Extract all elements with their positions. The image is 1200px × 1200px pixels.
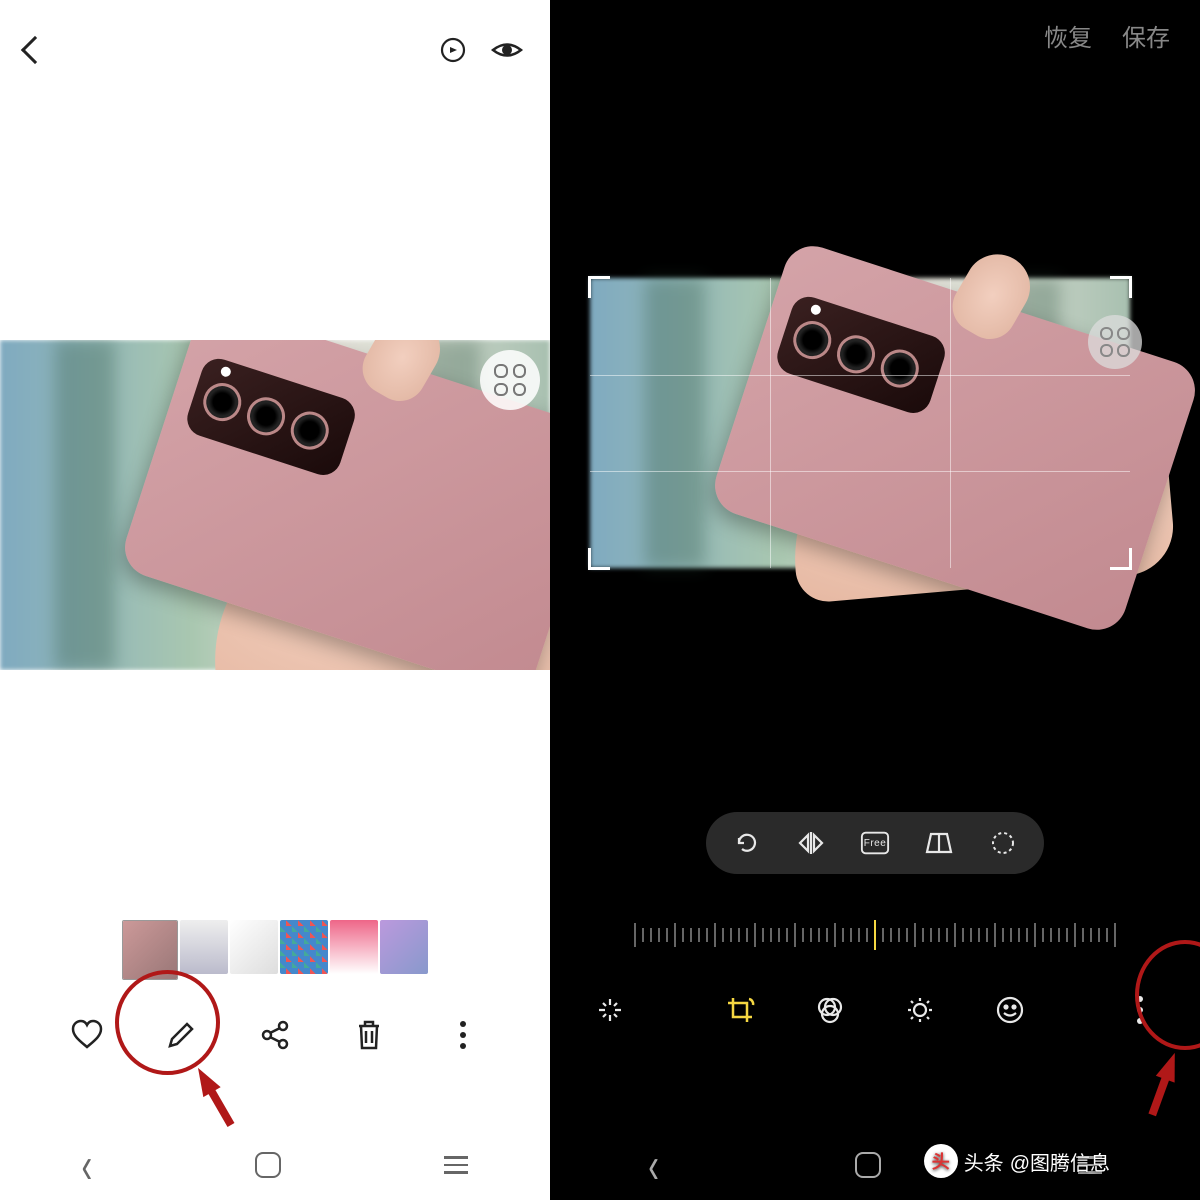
nav-recent-icon[interactable] — [444, 1156, 468, 1174]
favorite-button[interactable] — [67, 1015, 107, 1055]
more-button[interactable] — [443, 1015, 483, 1055]
gallery-top-bar — [0, 0, 550, 100]
brightness-icon[interactable] — [900, 990, 940, 1030]
nav-home-icon[interactable] — [255, 1152, 281, 1178]
share-button[interactable] — [255, 1015, 295, 1055]
save-button[interactable]: 保存 — [1122, 18, 1170, 53]
eye-icon[interactable] — [489, 32, 525, 68]
aspect-ratio-button[interactable]: Free — [860, 828, 890, 858]
crop-handle[interactable] — [588, 276, 610, 298]
nav-back-icon[interactable]: ‹ — [82, 1135, 93, 1194]
rotate-ccw-icon[interactable] — [732, 828, 762, 858]
crop-grid-line — [590, 471, 1130, 472]
thumbnail[interactable] — [180, 920, 228, 974]
back-button[interactable] — [21, 36, 49, 64]
lasso-icon[interactable] — [988, 828, 1018, 858]
thumbnail[interactable] — [230, 920, 278, 974]
watermark-logo: 头 — [924, 1144, 958, 1178]
editor-mode-bar — [550, 975, 1200, 1045]
transform-toolbar: Free — [706, 812, 1044, 874]
perspective-icon[interactable] — [924, 828, 954, 858]
grid-apps-icon[interactable] — [1088, 315, 1142, 369]
edit-button[interactable] — [161, 1015, 201, 1055]
filters-icon[interactable] — [810, 990, 850, 1030]
annotation-arrow — [1156, 1049, 1184, 1082]
grid-apps-icon[interactable] — [480, 350, 540, 410]
thumbnail[interactable] — [330, 920, 378, 974]
crop-handle[interactable] — [588, 548, 610, 570]
thumbnail[interactable] — [122, 920, 178, 980]
magic-wand-icon[interactable] — [590, 990, 630, 1030]
system-nav-bar: ‹ — [0, 1130, 550, 1200]
watermark-prefix: 头条 — [964, 1147, 1004, 1176]
crop-frame[interactable] — [590, 278, 1130, 568]
crop-grid-line — [590, 375, 1130, 376]
photo-display[interactable] — [0, 340, 550, 670]
crop-handle[interactable] — [1110, 276, 1132, 298]
bixby-vision-icon[interactable] — [435, 32, 471, 68]
restore-button[interactable]: 恢复 — [1044, 18, 1092, 53]
watermark-handle: @图腾信息 — [1010, 1147, 1110, 1176]
nav-back-icon[interactable]: ‹ — [648, 1135, 659, 1194]
editor-top-bar: 恢复 保存 — [550, 0, 1200, 70]
thumbnail[interactable] — [380, 920, 428, 974]
crop-grid-line — [770, 278, 771, 568]
smiley-icon[interactable] — [990, 990, 1030, 1030]
crop-grid-line — [950, 278, 951, 568]
nav-home-icon[interactable] — [855, 1152, 881, 1178]
delete-button[interactable] — [349, 1015, 389, 1055]
gallery-action-bar — [0, 990, 550, 1080]
thumbnail-strip[interactable] — [0, 920, 550, 980]
photo-editor-screen: 恢复 保存 — [550, 0, 1200, 1200]
rotation-ruler[interactable] — [580, 915, 1170, 955]
gallery-viewer-screen: ‹ — [0, 0, 550, 1200]
editor-more-button[interactable] — [1120, 990, 1160, 1030]
watermark: 头 头条 @图腾信息 — [924, 1144, 1110, 1178]
crop-rotate-icon[interactable] — [720, 990, 760, 1030]
aspect-ratio-label: Free — [864, 838, 887, 849]
crop-handle[interactable] — [1110, 548, 1132, 570]
flip-horizontal-icon[interactable] — [796, 828, 826, 858]
thumbnail[interactable] — [280, 920, 328, 974]
